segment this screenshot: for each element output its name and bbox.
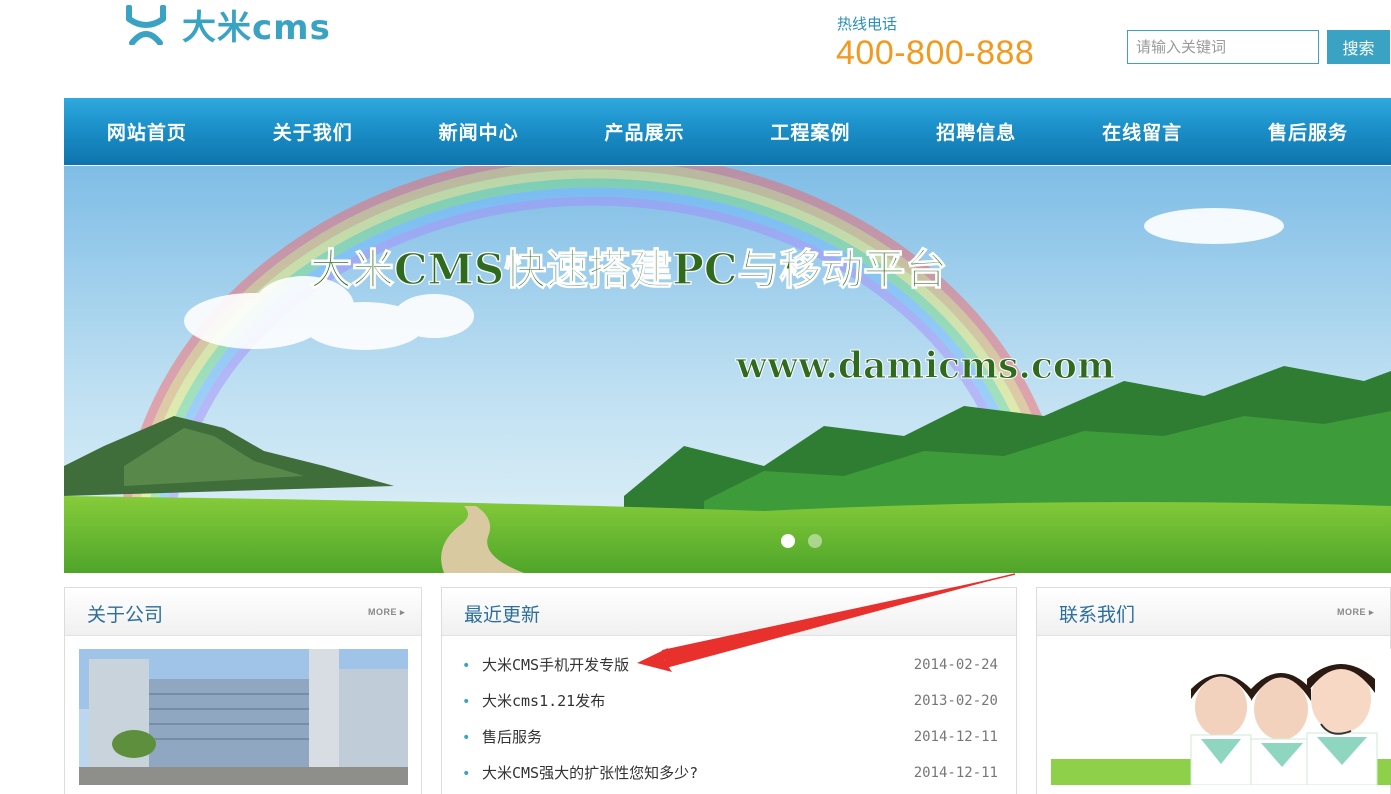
news-title[interactable]: 售后服务: [482, 728, 542, 746]
news-item[interactable]: • 大米CMS手机开发专版 2014-02-24: [460, 654, 1000, 690]
nav-item-news[interactable]: 新闻中心: [396, 98, 562, 165]
hotline-label: 热线电话: [837, 15, 898, 33]
news-list: • 大米CMS手机开发专版 2014-02-24 • 大米cms1.21发布 2…: [460, 654, 1000, 794]
news-date: 2013-02-20: [913, 693, 998, 709]
banner-slideshow[interactable]: 大米CMS快速搭建PC与移动平台 www.damicms.com: [64, 166, 1391, 573]
news-panel-title: 最近更新: [464, 604, 541, 626]
news-date: 2014-02-24: [913, 657, 998, 673]
bullet-icon: •: [462, 658, 471, 674]
contact-panel-header: 联系我们 MORE ▸: [1037, 588, 1390, 636]
bullet-icon: •: [462, 730, 471, 746]
nav-item-cases[interactable]: 工程案例: [728, 98, 894, 165]
nav-item-service[interactable]: 售后服务: [1225, 98, 1391, 165]
banner-url: www.damicms.com: [735, 345, 1115, 387]
contact-more-link[interactable]: MORE ▸: [1337, 607, 1374, 618]
banner-headline: 大米CMS快速搭建PC与移动平台: [310, 245, 947, 294]
news-title[interactable]: 大米CMS强大的扩张性您知多少?: [482, 764, 698, 782]
nav-item-products[interactable]: 产品展示: [562, 98, 728, 165]
news-panel-header: 最近更新: [442, 588, 1016, 636]
news-item[interactable]: • 大米cms1.21发布 2013-02-20: [460, 690, 1000, 726]
bullet-icon: •: [462, 766, 471, 782]
news-item[interactable]: • 大米CMS强大的扩张性您知多少? 2014-12-11: [460, 762, 1000, 794]
main-nav: 网站首页 关于我们 新闻中心 产品展示 工程案例 招聘信息 在线留言 售后服务: [64, 98, 1391, 165]
news-panel: 最近更新 • 大米CMS手机开发专版 2014-02-24 • 大米cms1.2…: [441, 587, 1017, 794]
news-item[interactable]: • 售后服务 2014-12-11: [460, 726, 1000, 762]
nav-item-jobs[interactable]: 招聘信息: [893, 98, 1059, 165]
nav-item-about[interactable]: 关于我们: [230, 98, 396, 165]
nav-item-home[interactable]: 网站首页: [64, 98, 230, 165]
company-building-image[interactable]: [79, 649, 408, 785]
slide-dot-2[interactable]: [808, 534, 822, 548]
search-button[interactable]: 搜索: [1327, 30, 1390, 64]
contact-panel: 联系我们 MORE ▸: [1036, 587, 1391, 794]
contact-panel-title: 联系我们: [1059, 604, 1136, 626]
bullet-icon: •: [462, 694, 471, 710]
about-panel-header: 关于公司 MORE ▸: [65, 588, 421, 636]
news-date: 2014-12-11: [913, 765, 998, 781]
customer-service-image: [1051, 649, 1391, 785]
site-logo[interactable]: 大米cms: [124, 2, 331, 48]
nav-item-message[interactable]: 在线留言: [1059, 98, 1225, 165]
slide-dot-1[interactable]: [781, 534, 795, 548]
search-input[interactable]: [1127, 30, 1319, 64]
about-panel-title: 关于公司: [87, 604, 164, 626]
hotline-number: 400-800-888: [836, 34, 1035, 72]
logo-text: 大米cms: [182, 7, 331, 48]
logo-mark-icon: [126, 5, 166, 45]
news-title[interactable]: 大米cms1.21发布: [482, 692, 605, 710]
news-title[interactable]: 大米CMS手机开发专版: [482, 656, 629, 674]
about-more-link[interactable]: MORE ▸: [368, 607, 405, 618]
about-panel: 关于公司 MORE ▸: [64, 587, 422, 794]
banner-image: 大米CMS快速搭建PC与移动平台 www.damicms.com: [64, 166, 1391, 573]
news-date: 2014-12-11: [913, 729, 998, 745]
